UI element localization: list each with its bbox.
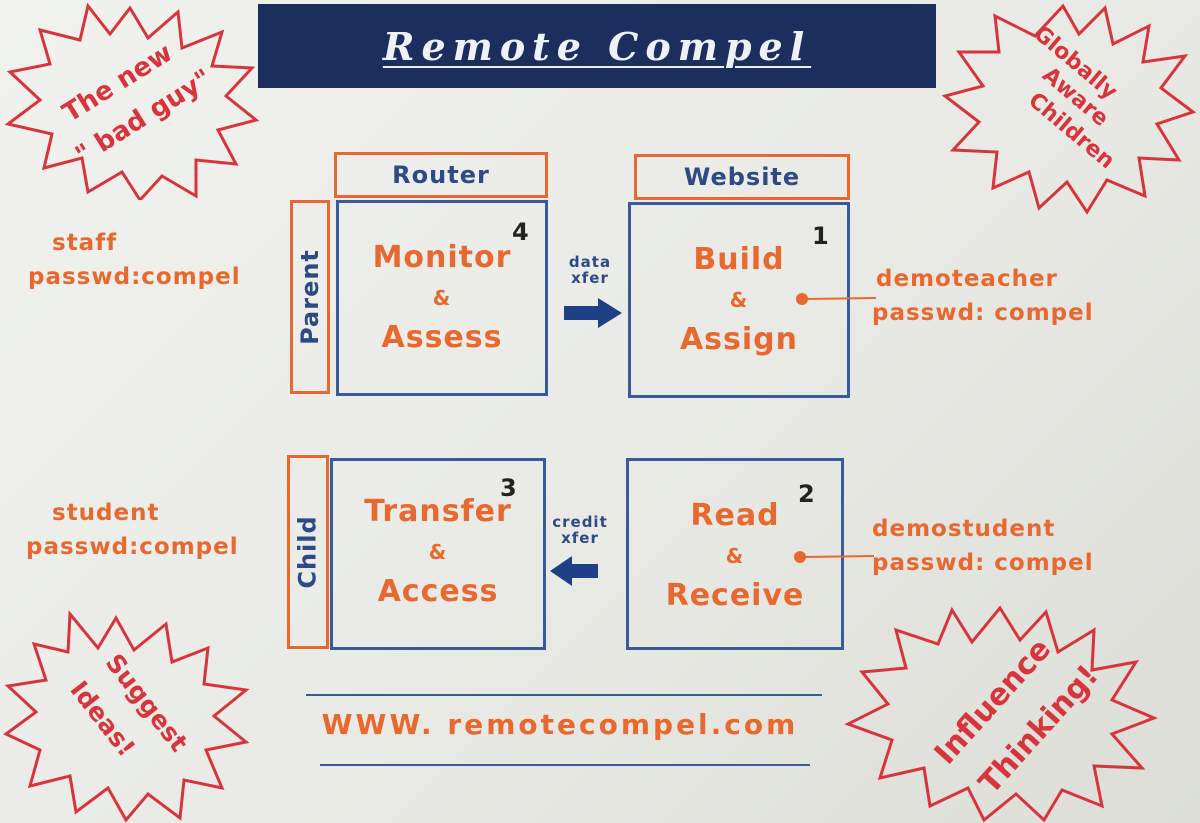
transfer-line1: Transfer: [364, 494, 512, 529]
staff-pass: passwd:compel: [28, 264, 241, 290]
demostudent-pass: passwd: compel: [872, 550, 1094, 576]
parent-label: Parent: [290, 200, 330, 394]
website-label: Website: [634, 154, 850, 200]
router-label-text: Router: [392, 161, 490, 189]
url-rule-top: [306, 694, 822, 696]
website-url: WWW. remotecompel.com: [321, 708, 799, 741]
demostudent-connector: [794, 551, 875, 563]
starburst-globally-aware: Globally Aware Children: [941, 3, 1197, 215]
right-arrow-icon: [564, 298, 622, 328]
transfer-amp: &: [428, 540, 448, 564]
staff-user: staff: [52, 230, 118, 256]
monitor-line1: Monitor: [372, 240, 512, 275]
read-line2: Receive: [665, 578, 805, 613]
read-line1: Read: [690, 498, 780, 533]
title-text: Remote Compel: [382, 23, 812, 69]
starburst-bad-guy: The new " bad guy": [4, 2, 260, 200]
left-arrow-icon: [550, 556, 598, 586]
monitor-amp: &: [432, 286, 452, 310]
transfer-line2: Access: [377, 574, 499, 609]
data-xfer-line1: data: [568, 253, 612, 271]
student-credentials: student passwd:compel: [26, 496, 239, 564]
website-label-text: Website: [683, 163, 801, 191]
demoteacher-connector: [796, 293, 877, 305]
demoteacher-credentials: demoteacher passwd: compel: [872, 262, 1094, 330]
transfer-access-text: Transfer & Access: [330, 490, 546, 614]
data-xfer-line2: xfer: [571, 269, 609, 287]
url-rule-bottom: [320, 764, 810, 766]
demostudent-credentials: demostudent passwd: compel: [872, 512, 1094, 580]
monitor-assess-text: Monitor & Assess: [336, 236, 548, 360]
child-label-text: Child: [294, 515, 322, 589]
demostudent-user: demostudent: [872, 516, 1056, 542]
credit-xfer-line2: xfer: [561, 529, 599, 547]
demoteacher-pass: passwd: compel: [872, 300, 1094, 326]
data-xfer-label: data xfer: [558, 254, 622, 286]
whiteboard: Remote Compel The new " bad guy" Globall…: [0, 0, 1200, 823]
title-banner: Remote Compel: [258, 4, 936, 88]
demoteacher-user: demoteacher: [876, 266, 1058, 292]
starburst-influence-thinking: Influence Thinking!: [844, 605, 1158, 823]
router-label: Router: [334, 152, 548, 198]
staff-credentials: staff passwd:compel: [28, 226, 241, 294]
starburst-suggest-ideas: Suggest Ideas!: [3, 610, 250, 823]
student-user: student: [52, 500, 160, 526]
build-line2: Assign: [679, 322, 799, 357]
monitor-line2: Assess: [381, 320, 503, 355]
student-pass: passwd:compel: [26, 534, 239, 560]
credit-xfer-label: credit xfer: [544, 514, 616, 546]
build-line1: Build: [693, 242, 785, 277]
credit-xfer-line1: credit: [552, 513, 608, 531]
child-label: Child: [287, 455, 329, 649]
parent-label-text: Parent: [296, 249, 324, 345]
